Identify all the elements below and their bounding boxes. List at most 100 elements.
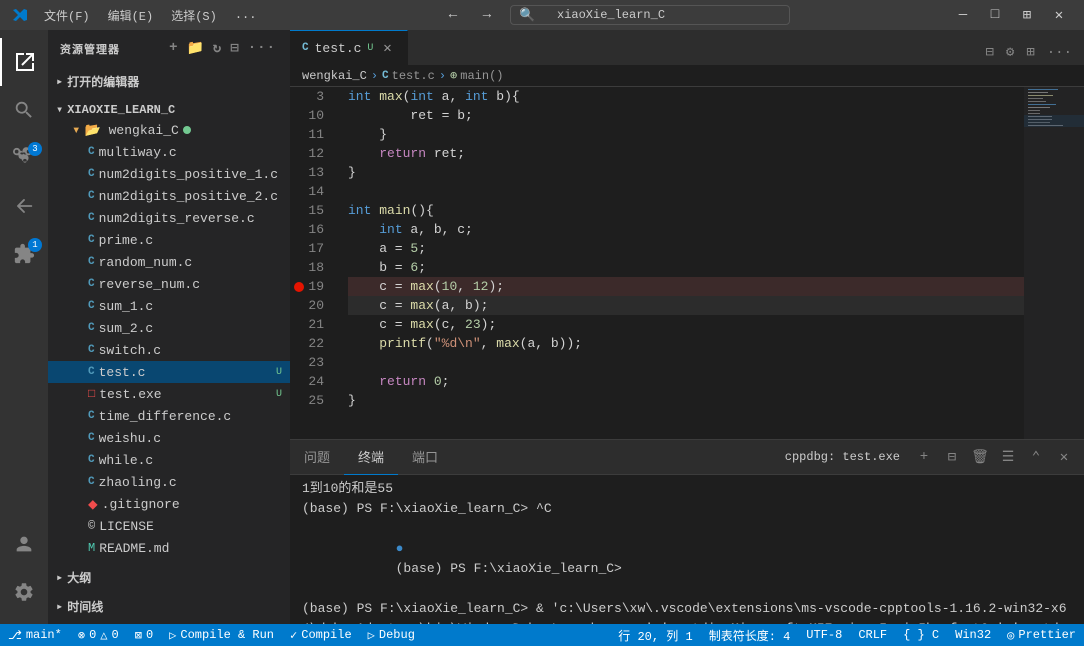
account-icon[interactable] (0, 520, 48, 568)
folder-wengkai[interactable]: ▾ 📂 wengkai_C (48, 119, 290, 141)
status-formatter[interactable]: ◎ Prettier (999, 624, 1084, 646)
status-cursor[interactable]: 行 20, 列 1 (610, 624, 700, 646)
more-actions-icon[interactable]: ··· (246, 38, 278, 59)
list-item[interactable]: C sum_1.c (48, 295, 290, 317)
tab-bar: C test.c U ✕ ⊟ ⚙ ⊞ ··· (290, 30, 1084, 65)
layout-button[interactable]: ⊞ (1012, 0, 1042, 30)
list-item[interactable]: ◆ .gitignore (48, 493, 290, 515)
status-info[interactable]: ⊠ 0 (127, 624, 161, 646)
file-badge-u: U (276, 367, 282, 378)
code-editor[interactable]: int max(int a, int b){ ret = b; } return… (340, 87, 1024, 439)
extensions-activity-icon[interactable]: 1 (0, 230, 48, 278)
timeline-section: ▸ 时间线 (48, 592, 290, 621)
panel-tab-problems[interactable]: 问题 (290, 440, 344, 475)
open-editors-header[interactable]: ▸ 打开的编辑器 (48, 71, 290, 92)
list-item[interactable]: □ test.exe U (48, 383, 290, 405)
menu-more[interactable]: ... (227, 6, 265, 24)
status-errors[interactable]: ⊗ 0 △ 0 (70, 624, 127, 646)
project-header[interactable]: ▾ XIAOXIE_LEARN_C (48, 100, 290, 119)
c-file-icon: C (88, 278, 95, 290)
title-bar-right: — □ ⊞ ✕ (938, 0, 1084, 30)
menu-file[interactable]: 文件(F) (36, 5, 98, 26)
status-language[interactable]: { } C (895, 624, 947, 646)
status-encoding[interactable]: UTF-8 (798, 624, 850, 646)
status-debug[interactable]: ▷ Debug (360, 624, 423, 646)
panel-tab-terminal[interactable]: 终端 (344, 440, 398, 475)
close-panel-icon[interactable]: ✕ (1052, 445, 1076, 469)
editor-container: 3 10 11 12 13 14 15 16 17 18 19 20 21 22… (290, 87, 1084, 624)
folder-open-icon: 📂 (84, 123, 100, 138)
tab-close-button[interactable]: ✕ (379, 40, 395, 56)
search-activity-icon[interactable] (0, 86, 48, 134)
split-editor-icon[interactable]: ⊟ (981, 40, 997, 65)
list-item[interactable]: C num2digits_reverse.c (48, 207, 290, 229)
list-item[interactable]: C num2digits_positive_2.c (48, 185, 290, 207)
collapse-icon[interactable]: ⊟ (228, 38, 241, 59)
menu-select[interactable]: 选择(S) (163, 5, 225, 26)
list-item[interactable]: C multiway.c (48, 141, 290, 163)
new-folder-icon[interactable]: 📁 (184, 38, 206, 59)
close-button[interactable]: ✕ (1044, 0, 1074, 30)
nav-back[interactable]: ← (438, 0, 468, 30)
more-editor-icon[interactable]: ⚙ (1002, 40, 1018, 65)
layout-icon[interactable]: ⊞ (1022, 40, 1038, 65)
list-item[interactable]: © LICENSE (48, 515, 290, 537)
status-run[interactable]: ▷ Compile & Run (161, 624, 282, 646)
editor-more-icon[interactable]: ··· (1043, 41, 1076, 65)
list-item[interactable]: C prime.c (48, 229, 290, 251)
list-item[interactable]: C time_difference.c (48, 405, 290, 427)
trash-icon[interactable]: 🗑 (968, 445, 992, 469)
terminal-content[interactable]: 1到10的和是55 (base) PS F:\xiaoXie_learn_C> … (290, 475, 1084, 624)
code-line-12: return ret; (348, 144, 1024, 163)
breadcrumb-item-1[interactable]: wengkai_C (302, 69, 367, 83)
panel-tab-ports[interactable]: 端口 (398, 440, 452, 475)
project-section: ▾ XIAOXIE_LEARN_C ▾ 📂 wengkai_C C multiw… (48, 96, 290, 563)
line-num-15: 15 (290, 201, 332, 220)
list-item[interactable]: C sum_2.c (48, 317, 290, 339)
timeline-header[interactable]: ▸ 时间线 (48, 596, 290, 617)
breadcrumb-item-2[interactable]: C test.c (382, 69, 435, 83)
list-item[interactable]: C zhaoling.c (48, 471, 290, 493)
explorer-activity-icon[interactable] (0, 38, 48, 86)
menu-bar: 文件(F) 编辑(E) 选择(S) ... (36, 5, 264, 26)
tab-test-c[interactable]: C test.c U ✕ (290, 30, 408, 65)
terminal-more-icon[interactable]: ☰ (996, 445, 1020, 469)
menu-edit[interactable]: 编辑(E) (100, 5, 162, 26)
file-badge-u2: U (276, 389, 282, 400)
line-num-19: 19 (290, 277, 332, 296)
maximize-panel-icon[interactable]: ⌃ (1024, 445, 1048, 469)
list-item[interactable]: C random_num.c (48, 251, 290, 273)
outline-header[interactable]: ▸ 大纲 (48, 567, 290, 588)
search-bar[interactable]: 🔍 xiaoXie_learn_C (510, 5, 790, 25)
list-item[interactable]: C num2digits_positive_1.c (48, 163, 290, 185)
list-item[interactable]: C reverse_num.c (48, 273, 290, 295)
list-item[interactable]: C while.c (48, 449, 290, 471)
debug-activity-icon[interactable] (0, 182, 48, 230)
breadcrumb-item-3[interactable]: ⊕ main() (450, 68, 503, 83)
app-layout: 3 1 资源管理器 + 📁 ↻ ⊟ ··· (0, 30, 1084, 624)
status-platform[interactable]: Win32 (947, 624, 999, 646)
line-num-11: 11 (290, 125, 332, 144)
maximize-button[interactable]: □ (980, 0, 1010, 30)
code-line-14 (348, 182, 1024, 201)
folder-name: wengkai_C (109, 123, 179, 138)
list-item[interactable]: C weishu.c (48, 427, 290, 449)
active-file-item[interactable]: C test.c U (48, 361, 290, 383)
split-terminal-icon[interactable]: ⊟ (940, 445, 964, 469)
status-branch[interactable]: ⎇ main* (0, 624, 70, 646)
line-num-13: 13 (290, 163, 332, 182)
activity-bar: 3 1 (0, 30, 48, 624)
minimize-button[interactable]: — (948, 0, 978, 30)
source-control-activity-icon[interactable]: 3 (0, 134, 48, 182)
list-item[interactable]: C switch.c (48, 339, 290, 361)
status-indent[interactable]: 制表符长度: 4 (701, 624, 799, 646)
nav-forward[interactable]: → (472, 0, 502, 30)
refresh-icon[interactable]: ↻ (211, 38, 224, 59)
status-eol[interactable]: CRLF (850, 624, 895, 646)
add-terminal-icon[interactable]: + (912, 445, 936, 469)
list-item[interactable]: M README.md (48, 537, 290, 559)
settings-icon[interactable] (0, 568, 48, 616)
new-file-icon[interactable]: + (167, 38, 180, 59)
git-file-icon: ◆ (88, 494, 98, 514)
status-compile[interactable]: ✓ Compile (282, 624, 360, 646)
